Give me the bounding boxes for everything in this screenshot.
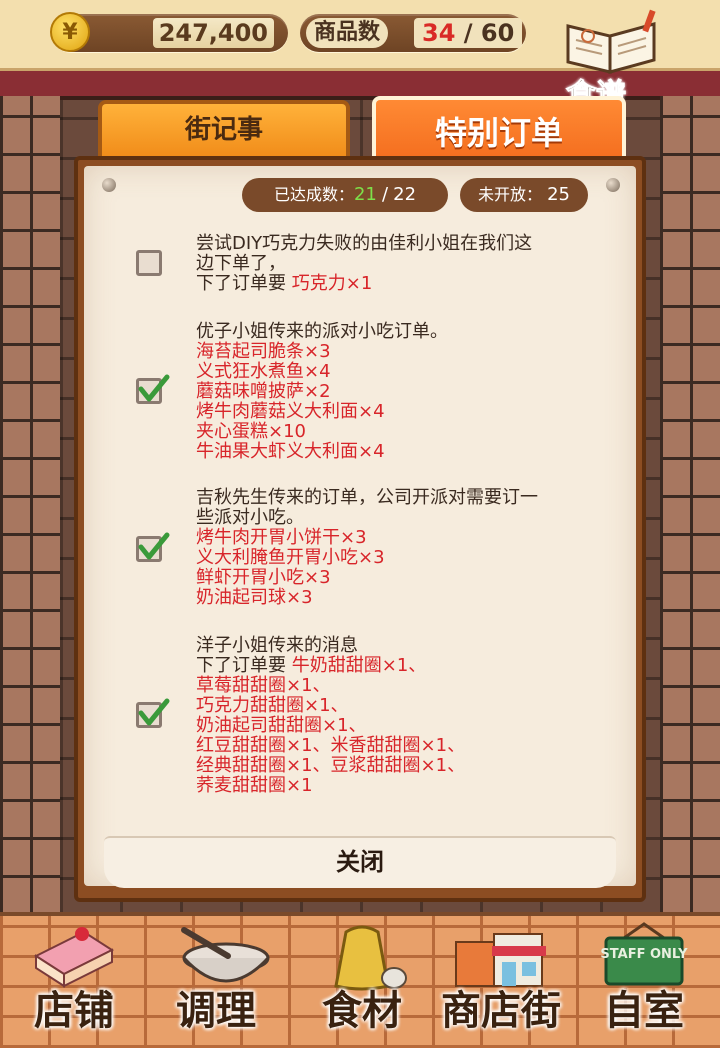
- nav-shopping-street[interactable]: 商店街: [426, 918, 576, 1040]
- money-value: 247,400: [152, 18, 274, 48]
- pin-icon: [102, 178, 116, 192]
- close-button[interactable]: 关闭: [300, 842, 420, 882]
- nav-shop[interactable]: 店铺: [2, 918, 146, 1040]
- nav-private-room[interactable]: STAFF ONLY 自室: [572, 918, 716, 1040]
- checkmark-icon: [138, 532, 170, 560]
- order-checkbox[interactable]: [136, 698, 170, 728]
- order-entry: 洋子小姐传来的消息 下了订单要 牛奶甜甜圈×1、 草莓甜甜圈×1、 巧克力甜甜圈…: [196, 635, 466, 796]
- staff-sign-text: STAFF ONLY: [600, 947, 688, 962]
- order-entry: 吉秋先生传来的订单，公司开派对需要订一 些派对小吃。 烤牛肉开胃小饼干×3 义大…: [196, 487, 538, 608]
- coin-icon: ¥: [50, 12, 90, 52]
- checkmark-icon: [138, 374, 170, 402]
- checkmark-icon: [138, 698, 170, 726]
- money-display: ¥ 247,400: [50, 12, 288, 52]
- locked-count-badge: 未开放： 25: [460, 178, 588, 212]
- order-entry: 尝试DIY巧克力失败的由佳利小姐在我们这 边下单了， 下了订单要 巧克力×1: [196, 233, 533, 294]
- order-checkbox[interactable]: [136, 250, 162, 276]
- nav-label: 调理: [176, 988, 256, 1034]
- right-brick-pillar: [660, 96, 720, 916]
- nav-label: 店铺: [34, 988, 114, 1034]
- order-checkbox[interactable]: [136, 532, 170, 562]
- left-brick-pillar: [0, 96, 60, 916]
- nav-ingredients[interactable]: 食材: [290, 918, 434, 1040]
- goods-count-label: 商品数: [306, 18, 389, 48]
- goods-count-display: 商品数 34 / 60: [300, 14, 526, 52]
- pin-icon: [606, 178, 620, 192]
- nav-cooking[interactable]: 调理: [144, 918, 288, 1040]
- nav-label: 食材: [322, 988, 402, 1034]
- goods-count-value: 34 / 60: [414, 18, 523, 48]
- achieved-count-badge: 已达成数：21 / 22: [242, 178, 448, 212]
- nav-label: 自室: [604, 988, 684, 1034]
- order-entry: 优子小姐传来的派对小吃订单。 海苔起司脆条×3 义式狂水煮鱼×4 蘑菇味噌披萨×…: [196, 321, 448, 462]
- tab-street-news[interactable]: 街记事: [98, 100, 350, 160]
- order-checkbox[interactable]: [136, 374, 170, 404]
- recipe-book-icon: [566, 9, 656, 74]
- nav-label: 商店街: [441, 988, 561, 1034]
